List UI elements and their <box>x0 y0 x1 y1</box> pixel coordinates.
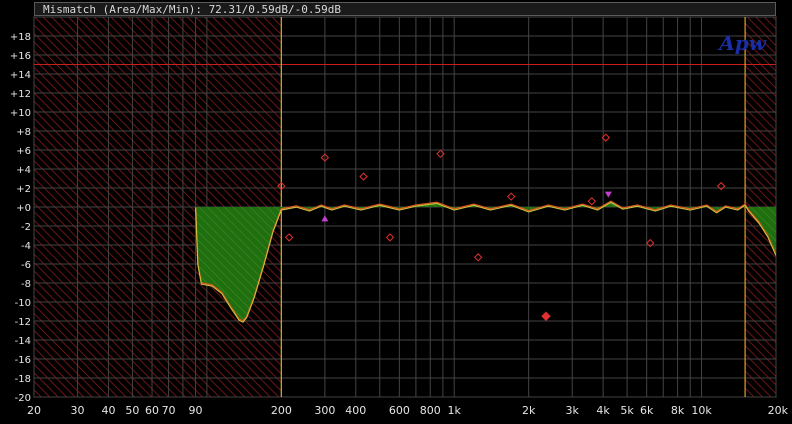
y-tick-label: -6 <box>21 260 31 271</box>
x-tick-label: 200 <box>271 404 292 417</box>
x-tick-label: 4k <box>596 404 610 417</box>
y-tick-label: +12 <box>10 89 31 100</box>
y-tick-label: -14 <box>15 336 31 347</box>
x-tick-label: 40 <box>101 404 115 417</box>
x-tick-label: 10k <box>691 404 712 417</box>
y-tick-label: -18 <box>15 374 31 385</box>
y-tick-label: -8 <box>21 279 31 290</box>
apw-logo: Apw <box>717 31 767 55</box>
x-tick-label: 60 <box>145 404 159 417</box>
x-tick-label: 50 <box>125 404 139 417</box>
x-tick-label: 2k <box>522 404 536 417</box>
y-tick-label: +16 <box>10 51 31 62</box>
x-tick-label: 400 <box>345 404 366 417</box>
x-tick-label: 6k <box>640 404 654 417</box>
y-tick-label: -16 <box>15 355 31 366</box>
x-tick-label: 3k <box>566 404 580 417</box>
x-tick-label: 20 <box>27 404 41 417</box>
y-tick-label: +6 <box>16 146 31 157</box>
y-tick-label: -20 <box>15 393 31 404</box>
x-tick-label: 8k <box>671 404 685 417</box>
x-tick-label: 30 <box>71 404 85 417</box>
mismatch-chart[interactable]: +18 +16 +14 +12 +10 +8 +6 +4 +2 +0 -2 -4 -6 -8 -10 -12 -… <box>0 0 792 424</box>
x-tick-label: 70 <box>162 404 176 417</box>
x-tick-label: 600 <box>389 404 410 417</box>
x-tick-label: 20k <box>768 404 789 417</box>
y-tick-label: +14 <box>10 70 31 81</box>
x-tick-label: 800 <box>420 404 441 417</box>
y-tick-label: -10 <box>15 298 31 309</box>
x-tick-label: 90 <box>189 404 203 417</box>
y-tick-label: -4 <box>21 241 31 252</box>
y-tick-label: +2 <box>16 184 31 195</box>
y-tick-label: +10 <box>10 108 31 119</box>
y-tick-label: +0 <box>16 203 31 214</box>
y-tick-label: +18 <box>10 32 31 43</box>
x-tick-label: 5k <box>620 404 634 417</box>
y-tick-label: +4 <box>16 165 31 176</box>
y-tick-label: -12 <box>15 317 31 328</box>
y-tick-label: +8 <box>16 127 31 138</box>
x-tick-label: 1k <box>448 404 462 417</box>
mismatch-chart-window: Mismatch (Area/Max/Min): 72.31/0.59dB/-0… <box>0 0 792 424</box>
y-tick-label: -2 <box>21 222 31 233</box>
x-tick-label: 300 <box>314 404 335 417</box>
